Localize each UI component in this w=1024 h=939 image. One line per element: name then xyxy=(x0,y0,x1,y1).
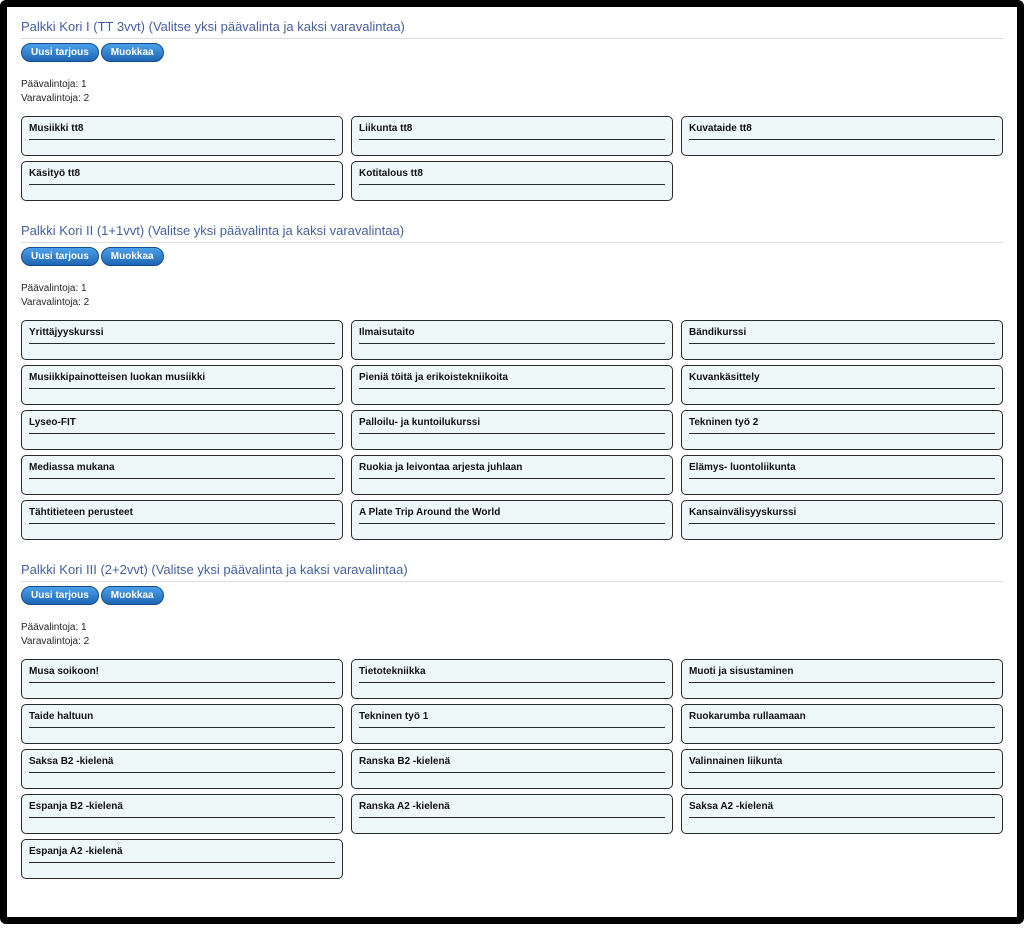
course-label: Espanja A2 -kielenä xyxy=(29,846,335,863)
course-card[interactable]: Bändikurssi xyxy=(681,320,1003,360)
course-label: Musa soikoon! xyxy=(29,666,335,683)
course-card[interactable]: Ruokia ja leivontaa arjesta juhlaan xyxy=(351,455,673,495)
course-card[interactable]: Tietotekniikka xyxy=(351,659,673,699)
new-offer-button[interactable]: Uusi tarjous xyxy=(21,43,99,62)
spare-count: Varavalintoja: 2 xyxy=(21,635,1003,649)
course-label: Taide haltuun xyxy=(29,711,335,728)
section-meta: Päävalintoja: 1Varavalintoja: 2 xyxy=(21,78,1003,106)
course-grid: Yrittäjyyskurssi Ilmaisutaito Bändikurssi M… xyxy=(21,320,1003,540)
course-label: Ranska A2 -kielenä xyxy=(359,801,665,818)
course-card[interactable]: Ilmaisutaito xyxy=(351,320,673,360)
course-label: Tähtitieteen perusteet xyxy=(29,507,335,524)
course-card[interactable]: Käsityö tt8 xyxy=(21,161,343,201)
section-meta: Päävalintoja: 1Varavalintoja: 2 xyxy=(21,282,1003,310)
course-label: Musiikkipainotteisen luokan musiikki xyxy=(29,372,335,389)
course-card[interactable]: Espanja B2 -kielenä xyxy=(21,794,343,834)
course-label: Tietotekniikka xyxy=(359,666,665,683)
course-label: Musiikki tt8 xyxy=(29,123,335,140)
edit-button[interactable]: Muokkaa xyxy=(101,247,164,266)
course-label: Kuvankäsittely xyxy=(689,372,995,389)
course-card[interactable]: Kuvataide tt8 xyxy=(681,116,1003,156)
course-label: Palloilu- ja kuntoilukurssi xyxy=(359,417,665,434)
course-card[interactable]: Lyseo-FIT xyxy=(21,410,343,450)
course-card[interactable]: Tekninen työ 1 xyxy=(351,704,673,744)
course-card[interactable]: Valinnainen liikunta xyxy=(681,749,1003,789)
section-title[interactable]: Palkki Kori III (2+2vvt) (Valitse yksi p… xyxy=(21,562,1003,577)
course-label: Lyseo-FIT xyxy=(29,417,335,434)
course-label: Elämys- luontoliikunta xyxy=(689,462,995,479)
course-label: Bändikurssi xyxy=(689,327,995,344)
section-actions: Uusi tarjousMuokkaa xyxy=(21,586,1003,605)
course-card[interactable]: Elämys- luontoliikunta xyxy=(681,455,1003,495)
edit-button[interactable]: Muokkaa xyxy=(101,586,164,605)
course-grid: Musa soikoon! Tietotekniikka Muoti ja sisu… xyxy=(21,659,1003,879)
spare-count: Varavalintoja: 2 xyxy=(21,92,1003,106)
course-label: Tekninen työ 2 xyxy=(689,417,995,434)
primary-count: Päävalintoja: 1 xyxy=(21,621,1003,635)
course-basket-section: Palkki Kori III (2+2vvt) (Valitse yksi p… xyxy=(21,562,1003,879)
course-label: Mediassa mukana xyxy=(29,462,335,479)
edit-button[interactable]: Muokkaa xyxy=(101,43,164,62)
course-card[interactable]: Muoti ja sisustaminen xyxy=(681,659,1003,699)
section-divider xyxy=(21,242,1003,243)
course-label: Saksa B2 -kielenä xyxy=(29,756,335,773)
section-title[interactable]: Palkki Kori II (1+1vvt) (Valitse yksi pä… xyxy=(21,223,1003,238)
course-card[interactable]: Ranska A2 -kielenä xyxy=(351,794,673,834)
course-label: Liikunta tt8 xyxy=(359,123,665,140)
primary-count: Päävalintoja: 1 xyxy=(21,282,1003,296)
course-card[interactable]: Taide haltuun xyxy=(21,704,343,744)
section-actions: Uusi tarjousMuokkaa xyxy=(21,247,1003,266)
course-label: A Plate Trip Around the World xyxy=(359,507,665,524)
course-label: Pieniä töitä ja erikoistekniikoita xyxy=(359,372,665,389)
course-card[interactable]: Saksa B2 -kielenä xyxy=(21,749,343,789)
course-card[interactable]: Tähtitieteen perusteet xyxy=(21,500,343,540)
course-card[interactable]: Kotitalous tt8 xyxy=(351,161,673,201)
course-basket-section: Palkki Kori II (1+1vvt) (Valitse yksi pä… xyxy=(21,223,1003,540)
course-card[interactable]: Palloilu- ja kuntoilukurssi xyxy=(351,410,673,450)
course-card[interactable]: Musiikkipainotteisen luokan musiikki xyxy=(21,365,343,405)
course-label: Ilmaisutaito xyxy=(359,327,665,344)
course-label: Muoti ja sisustaminen xyxy=(689,666,995,683)
course-card[interactable]: Ranska B2 -kielenä xyxy=(351,749,673,789)
course-basket-section: Palkki Kori I (TT 3vvt) (Valitse yksi pä… xyxy=(21,19,1003,201)
page-container: Palkki Kori I (TT 3vvt) (Valitse yksi pä… xyxy=(0,0,1024,924)
primary-count: Päävalintoja: 1 xyxy=(21,78,1003,92)
section-divider xyxy=(21,581,1003,582)
course-card[interactable]: Musiikki tt8 xyxy=(21,116,343,156)
course-card[interactable]: Mediassa mukana xyxy=(21,455,343,495)
course-label: Ranska B2 -kielenä xyxy=(359,756,665,773)
course-card[interactable]: Ruokarumba rullaamaan xyxy=(681,704,1003,744)
course-label: Valinnainen liikunta xyxy=(689,756,995,773)
course-card[interactable]: Musa soikoon! xyxy=(21,659,343,699)
course-card[interactable]: Tekninen työ 2 xyxy=(681,410,1003,450)
course-label: Tekninen työ 1 xyxy=(359,711,665,728)
new-offer-button[interactable]: Uusi tarjous xyxy=(21,247,99,266)
course-label: Käsityö tt8 xyxy=(29,168,335,185)
section-meta: Päävalintoja: 1Varavalintoja: 2 xyxy=(21,621,1003,649)
course-label: Kotitalous tt8 xyxy=(359,168,665,185)
course-label: Ruokarumba rullaamaan xyxy=(689,711,995,728)
section-actions: Uusi tarjousMuokkaa xyxy=(21,43,1003,62)
course-card[interactable]: A Plate Trip Around the World xyxy=(351,500,673,540)
course-card[interactable]: Yrittäjyyskurssi xyxy=(21,320,343,360)
course-card[interactable]: Saksa A2 -kielenä xyxy=(681,794,1003,834)
course-label: Ruokia ja leivontaa arjesta juhlaan xyxy=(359,462,665,479)
course-label: Kuvataide tt8 xyxy=(689,123,995,140)
course-card[interactable]: Pieniä töitä ja erikoistekniikoita xyxy=(351,365,673,405)
spare-count: Varavalintoja: 2 xyxy=(21,296,1003,310)
section-title[interactable]: Palkki Kori I (TT 3vvt) (Valitse yksi pä… xyxy=(21,19,1003,34)
course-label: Saksa A2 -kielenä xyxy=(689,801,995,818)
course-grid: Musiikki tt8 Liikunta tt8 Kuvataide tt8 Käs… xyxy=(21,116,1003,201)
course-card[interactable]: Espanja A2 -kielenä xyxy=(21,839,343,879)
course-card[interactable]: Liikunta tt8 xyxy=(351,116,673,156)
course-label: Yrittäjyyskurssi xyxy=(29,327,335,344)
section-divider xyxy=(21,38,1003,39)
course-card[interactable]: Kansainvälisyyskurssi xyxy=(681,500,1003,540)
new-offer-button[interactable]: Uusi tarjous xyxy=(21,586,99,605)
course-card[interactable]: Kuvankäsittely xyxy=(681,365,1003,405)
course-label: Espanja B2 -kielenä xyxy=(29,801,335,818)
course-label: Kansainvälisyyskurssi xyxy=(689,507,995,524)
